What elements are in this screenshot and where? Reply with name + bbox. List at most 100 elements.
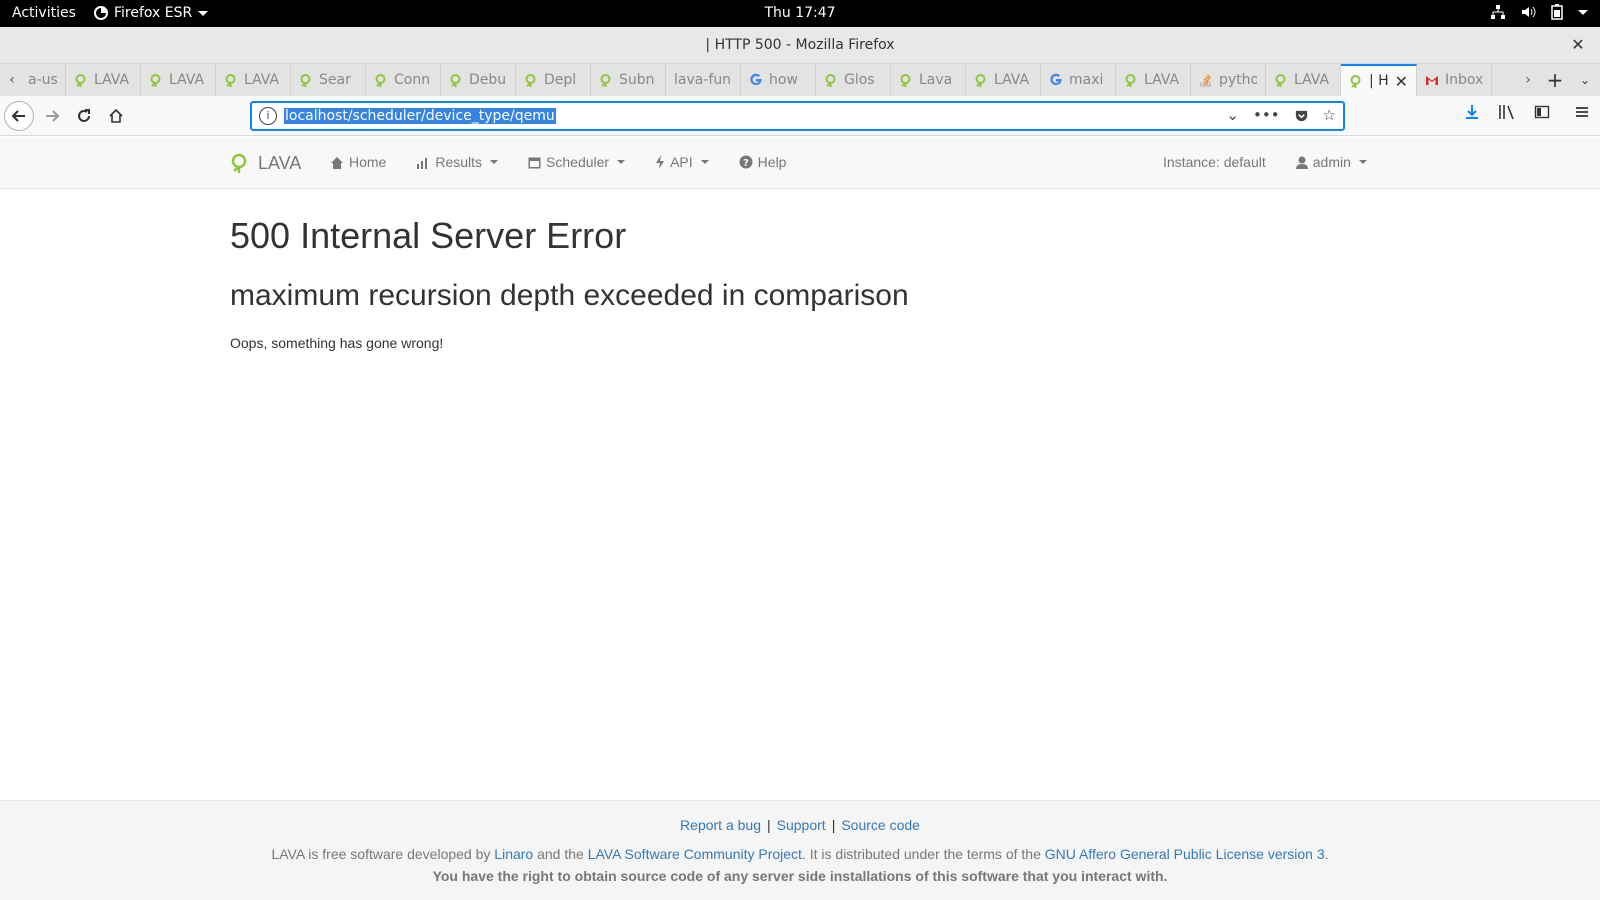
pocket-icon[interactable]: [1294, 108, 1309, 123]
tab-active[interactable]: | H ✕: [1341, 64, 1417, 96]
tab[interactable]: how: [741, 64, 816, 96]
home-icon: [109, 108, 123, 123]
reload-button[interactable]: [70, 102, 98, 130]
license-text-part: and the: [533, 846, 588, 862]
nav-home-link[interactable]: Home: [330, 154, 386, 170]
navigation-toolbar: i localhost/scheduler/device_type/qemu ⌄…: [0, 96, 1600, 136]
plus-icon: +: [1546, 68, 1564, 92]
tab[interactable]: LAVA: [141, 64, 216, 96]
lava-icon: [824, 73, 838, 87]
lava-icon: [74, 73, 88, 87]
window-close-button[interactable]: ✕: [1568, 35, 1588, 55]
nav-results-label: Results: [435, 154, 483, 170]
error-description: Oops, something has gone wrong!: [230, 335, 444, 351]
lava-icon: [599, 73, 613, 87]
lava-icon: [1274, 73, 1288, 87]
tab[interactable]: LAVA: [1266, 64, 1341, 96]
tab[interactable]: LAVA: [66, 64, 141, 96]
tab[interactable]: Debu: [441, 64, 516, 96]
nav-scheduler-dropdown[interactable]: Scheduler: [528, 154, 626, 170]
tab-label: Debu: [469, 72, 507, 88]
new-tab-button[interactable]: +: [1540, 64, 1570, 96]
lava-icon: [974, 73, 988, 87]
tab[interactable]: Depl: [516, 64, 591, 96]
tab[interactable]: Subn: [591, 64, 666, 96]
community-project-link[interactable]: LAVA Software Community Project: [588, 846, 802, 862]
agpl-license-link[interactable]: GNU Affero General Public License versio…: [1045, 846, 1325, 862]
instance-label[interactable]: Instance: default: [1163, 154, 1266, 170]
nav-results-dropdown[interactable]: Results: [416, 154, 499, 170]
tab[interactable]: Inbox: [1417, 64, 1492, 96]
tab[interactable]: LAVA: [966, 64, 1041, 96]
url-input[interactable]: localhost/scheduler/device_type/qemu: [284, 108, 556, 124]
library-icon[interactable]: [1498, 104, 1516, 120]
tab-label: Glos: [844, 72, 875, 88]
user-menu-label: admin: [1312, 154, 1351, 170]
lava-icon: [1124, 73, 1138, 87]
downloads-icon[interactable]: [1464, 104, 1480, 120]
tab[interactable]: Lava: [891, 64, 966, 96]
tab-label: Subn: [619, 72, 655, 88]
error-heading: 500 Internal Server Error: [230, 215, 627, 256]
back-button[interactable]: [4, 101, 34, 131]
chevron-right-icon: ›: [1525, 72, 1531, 88]
question-circle-icon: ?: [739, 155, 753, 169]
nav-help-link[interactable]: ? Help: [739, 154, 787, 170]
tab-label: pytho: [1219, 72, 1257, 88]
caret-down-icon: [1358, 160, 1367, 164]
tab-close-icon[interactable]: ✕: [1395, 72, 1408, 91]
scroll-tabs-right-button[interactable]: ›: [1516, 64, 1540, 96]
nav-help-label: Help: [757, 154, 787, 170]
brand-label: LAVA: [258, 152, 302, 173]
home-button[interactable]: [102, 102, 130, 130]
site-info-icon[interactable]: i: [259, 107, 277, 125]
license-text-part: . It is distributed under the terms of t…: [801, 846, 1045, 862]
report-bug-link[interactable]: Report a bug: [680, 817, 761, 833]
reload-icon: [78, 109, 90, 122]
tab[interactable]: Sear: [291, 64, 366, 96]
tab-label: Depl: [544, 72, 577, 88]
tab[interactable]: LAVA: [216, 64, 291, 96]
sidebar-icon[interactable]: [1534, 104, 1550, 120]
url-history-dropdown-button[interactable]: ⌄: [1226, 106, 1239, 124]
tab[interactable]: LAVA: [1116, 64, 1191, 96]
tab[interactable]: Conn: [366, 64, 441, 96]
scroll-tabs-left-button[interactable]: ‹: [0, 64, 24, 96]
tab[interactable]: pytho: [1191, 64, 1266, 96]
tab-label: | H: [1369, 73, 1389, 89]
app-menu-label: Firefox ESR: [114, 5, 193, 21]
url-bar[interactable]: i localhost/scheduler/device_type/qemu ⌄…: [250, 101, 1345, 131]
source-code-link[interactable]: Source code: [841, 817, 920, 833]
chevron-down-icon: ⌄: [1579, 73, 1591, 87]
lava-brand-link[interactable]: LAVA: [230, 152, 301, 174]
tab-label: lava-fun: [674, 72, 732, 88]
stackoverflow-icon: [1199, 73, 1213, 87]
clock[interactable]: Thu 17:47: [764, 5, 835, 21]
user-menu-dropdown[interactable]: admin: [1295, 154, 1367, 170]
page-actions-button[interactable]: •••: [1253, 106, 1280, 124]
tab[interactable]: a-us: [24, 64, 66, 96]
support-link[interactable]: Support: [777, 817, 826, 833]
forward-button[interactable]: [38, 102, 66, 130]
app-menu[interactable]: Firefox ESR: [94, 5, 209, 21]
firefox-icon: [94, 6, 108, 20]
system-tray[interactable]: [1490, 4, 1588, 20]
bar-chart-icon: [417, 157, 428, 169]
lava-logo-icon: [231, 153, 247, 173]
tab-label: LAVA: [169, 72, 205, 88]
tab[interactable]: maxi: [1041, 64, 1116, 96]
linaro-link[interactable]: Linaro: [494, 846, 533, 862]
tab-strip: ‹ a-us LAVA LAVA LAVA Sear Conn Debu Depl Subn la…: [0, 64, 1600, 96]
list-all-tabs-button[interactable]: ⌄: [1570, 64, 1600, 96]
tab[interactable]: lava-fun: [666, 64, 741, 96]
chevron-down-icon: [198, 10, 209, 16]
volume-icon: [1522, 6, 1536, 18]
nav-api-dropdown[interactable]: API: [655, 154, 709, 170]
lava-icon: [1349, 74, 1363, 88]
activities-button[interactable]: Activities: [12, 5, 76, 21]
tab[interactable]: Glos: [816, 64, 891, 96]
license-text-part: LAVA is free software developed by: [271, 846, 495, 862]
source-rights-notice: You have the right to obtain source code…: [432, 868, 1168, 884]
bookmark-star-icon[interactable]: ☆: [1323, 106, 1336, 124]
hamburger-menu-icon[interactable]: [1574, 104, 1590, 120]
